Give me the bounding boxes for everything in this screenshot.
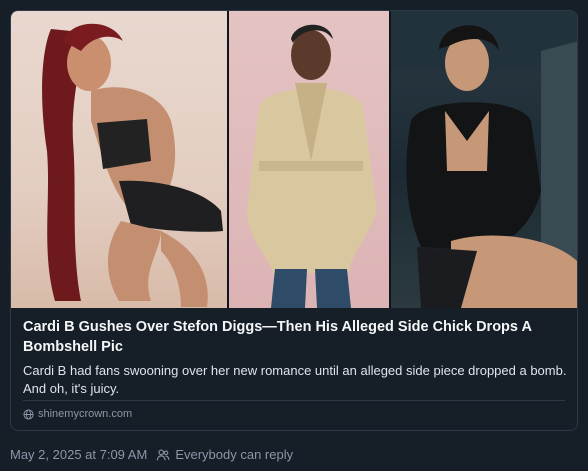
preview-image-left-panel — [11, 11, 227, 308]
preview-text: Cardi B Gushes Over Stefon Diggs—Then Hi… — [23, 317, 571, 398]
preview-image-right-panel — [391, 11, 577, 308]
preview-source[interactable]: shinemycrown.com — [23, 408, 132, 420]
post-timestamp[interactable]: May 2, 2025 at 7:09 AM — [10, 447, 147, 462]
post-meta: May 2, 2025 at 7:09 AM Everybody can rep… — [10, 447, 293, 462]
people-icon — [156, 448, 170, 462]
preview-headline[interactable]: Cardi B Gushes Over Stefon Diggs—Then Hi… — [23, 317, 571, 357]
preview-image[interactable] — [11, 11, 577, 308]
preview-divider — [23, 400, 565, 401]
globe-icon — [23, 408, 34, 420]
link-preview-card[interactable]: Cardi B Gushes Over Stefon Diggs—Then Hi… — [10, 10, 578, 431]
reply-audience[interactable]: Everybody can reply — [175, 447, 293, 462]
preview-source-domain: shinemycrown.com — [38, 408, 133, 420]
preview-image-middle-panel — [229, 11, 389, 308]
preview-description: Cardi B had fans swooning over her new r… — [23, 363, 567, 396]
